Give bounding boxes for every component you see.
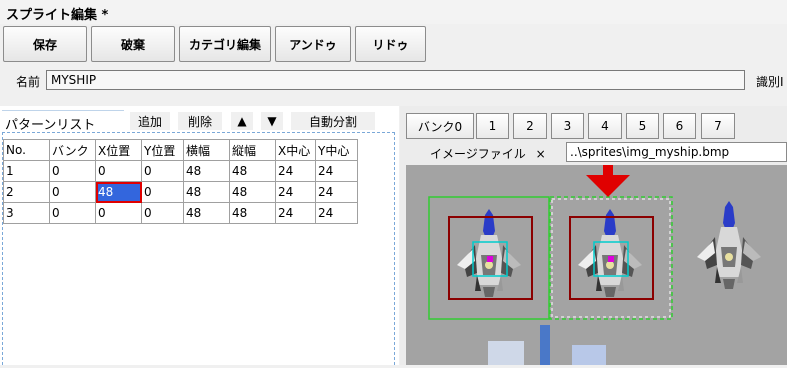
id-label: 識別I [756,75,784,89]
table-cell[interactable]: 3 [3,202,50,224]
table-cell[interactable]: 0 [49,160,96,182]
table-cell[interactable]: 48 [229,202,276,224]
annotation-arrow [586,135,630,197]
title-bar [0,0,787,24]
tab-bank-2[interactable]: 2 [513,113,547,139]
category-edit-button[interactable]: カテゴリ編集 [179,26,271,62]
table-cell[interactable]: 24 [315,202,358,224]
table-cell[interactable]: 48 [183,202,230,224]
column-header[interactable]: 横幅 [183,139,230,161]
save-button[interactable]: 保存 [3,26,87,62]
tab-bank-4[interactable]: 4 [588,113,622,139]
column-header[interactable]: バンク [49,139,96,161]
clear-image-button[interactable]: × [536,147,546,161]
undo-button[interactable]: アンドゥ [275,26,351,62]
image-file-label-text: イメージファイル [430,147,526,161]
table-cell[interactable]: 48 [229,181,276,203]
delete-pattern-button[interactable]: 削除 [178,112,222,130]
table-header-row: No. バンク X位置 Y位置 横幅 縦幅 X中心 Y中心 [3,139,358,161]
table-cell[interactable]: 0 [95,160,142,182]
column-header[interactable]: X位置 [95,139,142,161]
auto-split-button[interactable]: 自動分割 [291,112,375,130]
move-up-button[interactable]: ▲ [231,112,253,130]
window-title: スプライト編集 * [6,8,109,23]
tab-bank-7[interactable]: 7 [701,113,735,139]
sprite-canvas[interactable] [406,135,787,365]
table-cell[interactable]: 24 [275,202,316,224]
table-cell[interactable]: 24 [275,160,316,182]
tab-bank-3[interactable]: 3 [551,113,584,139]
discard-button[interactable]: 破棄 [91,26,175,62]
name-label: 名前 [16,75,41,89]
move-down-button[interactable]: ▼ [261,112,283,130]
table-cell[interactable]: 0 [49,202,96,224]
column-header[interactable]: Y位置 [141,139,184,161]
column-header[interactable]: 縦幅 [229,139,276,161]
add-pattern-button[interactable]: 追加 [130,112,170,130]
tab-bank-5[interactable]: 5 [626,113,659,139]
table-cell[interactable]: 24 [315,160,358,182]
column-header[interactable]: Y中心 [315,139,358,161]
table-cell[interactable]: 24 [275,181,316,203]
pattern-list-title: パターンリスト [2,110,124,133]
table-cell[interactable]: 48 [183,160,230,182]
table-cell[interactable]: 24 [315,181,358,203]
table-row[interactable]: 3 0 0 0 48 48 24 24 [3,202,358,224]
sprite-sheet-image [428,135,761,365]
table-cell[interactable]: 1 [3,160,50,182]
tab-bank-1[interactable]: 1 [476,113,509,139]
table-cell[interactable]: 48 [183,181,230,203]
table-cell[interactable]: 0 [49,181,96,203]
table-cell[interactable]: 0 [141,202,184,224]
image-path-field[interactable]: ..\sprites\img_myship.bmp [566,142,787,162]
table-cell[interactable]: 48 [229,160,276,182]
table-row[interactable]: 1 0 0 0 48 48 24 24 [3,160,358,182]
column-header[interactable]: No. [3,139,50,161]
column-header[interactable]: X中心 [275,139,316,161]
redo-button[interactable]: リドゥ [355,26,426,62]
tab-bank-6[interactable]: 6 [663,113,696,139]
table-cell[interactable]: 0 [141,181,184,203]
table-row[interactable]: 2 0 48 0 48 48 24 24 [3,181,358,203]
name-field[interactable]: MYSHIP [46,70,745,90]
selected-cell-x-position[interactable]: 48 [95,181,142,203]
table-cell[interactable]: 2 [3,181,50,203]
pattern-table: No. バンク X位置 Y位置 横幅 縦幅 X中心 Y中心 1 0 0 0 48… [3,139,358,224]
tab-bank-0[interactable]: バンク0 [406,113,474,139]
table-cell[interactable]: 0 [95,202,142,224]
image-file-label: イメージファイル × [430,145,546,162]
table-cell[interactable]: 0 [141,160,184,182]
